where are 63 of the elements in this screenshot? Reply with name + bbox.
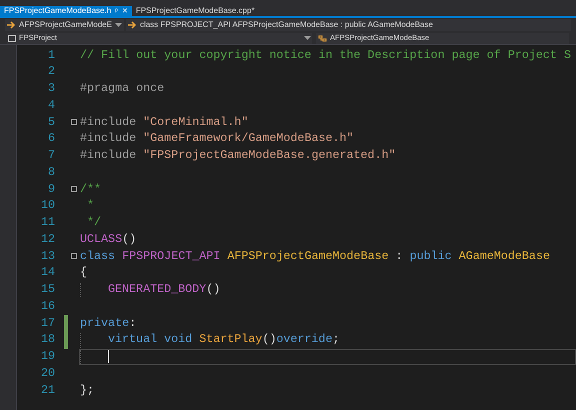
collapse-icon[interactable] (70, 119, 76, 126)
line-number: 20 (40, 364, 56, 382)
code-token: "GameFramework/GameModeBase.h" (143, 130, 354, 148)
arrow-icon (7, 21, 16, 29)
line-number: 7 (46, 147, 56, 164)
code-token: #include (80, 114, 138, 131)
line-number: 18 (40, 331, 56, 348)
code-token: UCLASS (80, 230, 122, 248)
line-number: 15 (40, 281, 56, 298)
code-token: * (86, 197, 94, 214)
line-number: 8 (46, 164, 56, 181)
line-number: 19 (40, 348, 56, 366)
code-token: "FPSProjectGameModeBase.generated.h" (143, 147, 396, 164)
caret-icon (304, 36, 311, 40)
line-number: 4 (46, 96, 56, 114)
line-number: 3 (46, 80, 56, 98)
class-icon (318, 34, 327, 42)
arrow-icon (128, 21, 137, 29)
line-number: 17 (40, 314, 56, 332)
code-token: : (394, 248, 404, 265)
line-number: 1 (46, 46, 56, 64)
line-number: 11 (40, 214, 56, 232)
collapse-icon[interactable] (70, 253, 76, 260)
code-token: StartPlay (199, 331, 262, 348)
line-number: 14 (40, 264, 56, 282)
code-token: : (129, 314, 136, 332)
code-token: */ (86, 214, 102, 232)
code-token: AGameModeBase (458, 248, 550, 265)
line-number: 16 (40, 298, 56, 315)
code-token: class (80, 248, 116, 265)
code-token: GENERATED_BODY (108, 281, 206, 298)
collapse-icon[interactable] (70, 186, 76, 192)
caret-icon (114, 23, 122, 27)
line-number: 10 (40, 197, 56, 214)
line-number: 12 (40, 230, 56, 248)
line-number: 13 (40, 248, 56, 265)
code-token: () (262, 331, 276, 348)
code-token: "CoreMinimal.h" (143, 114, 248, 131)
code-token: #include (80, 130, 138, 148)
code-token: #include (80, 147, 138, 164)
code-token: () (206, 281, 220, 298)
line-number: 2 (46, 63, 56, 80)
project-icon (8, 34, 16, 42)
code-token: // Fill out your copyright notice in the Description page of Project S (80, 46, 571, 64)
line-number: 6 (46, 130, 56, 148)
code-token: { (80, 264, 88, 282)
code-token: /** (80, 180, 102, 198)
member-dropdown[interactable]: class FPSPROJECT_API AFPSProjectGameModeBase : public AGameModeBase (126, 19, 571, 31)
line-number: 21 (40, 382, 56, 399)
code-token: () (122, 230, 136, 248)
code-token: public (410, 248, 453, 265)
text-cursor (108, 350, 109, 364)
line-number: 9 (46, 180, 56, 198)
code-token: private (80, 314, 130, 332)
code-token: ; (332, 331, 340, 348)
code-token: #pragma once (80, 80, 164, 98)
line-number: 5 (46, 114, 56, 131)
scope-dropdown[interactable]: AFPSProjectGameModeE (5, 19, 124, 31)
code-token: }; (80, 382, 94, 399)
code-token: virtual void (108, 331, 194, 348)
code-token: override (276, 331, 332, 348)
code-token: FPSPROJECT_API (122, 248, 222, 265)
code-token: AFPSProjectGameModeBase (227, 248, 389, 265)
